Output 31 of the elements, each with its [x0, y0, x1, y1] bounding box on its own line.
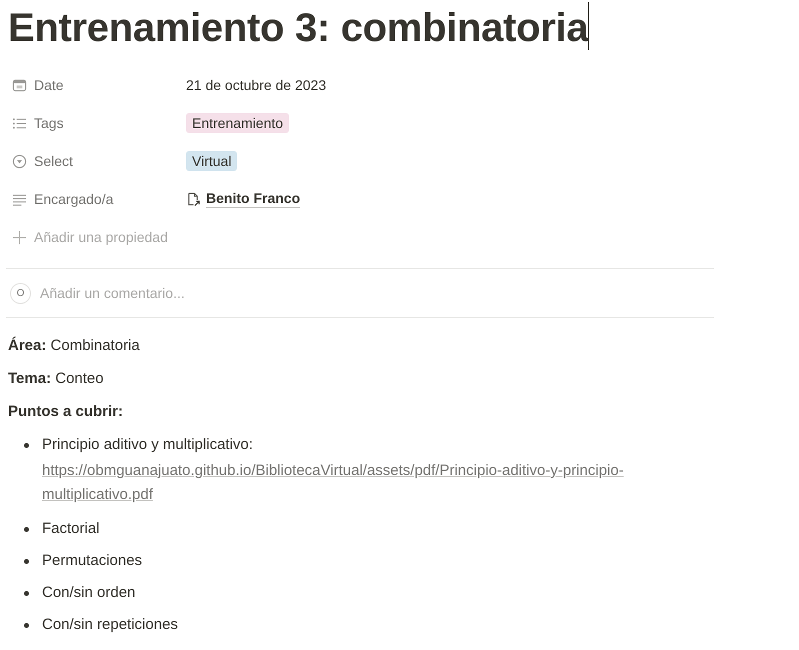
page-link[interactable]: Benito Franco: [206, 190, 300, 208]
tag[interactable]: Entrenamiento: [186, 113, 290, 133]
paragraph: Tema: Conteo: [8, 369, 105, 389]
list-item: Con/sin repeticiones: [42, 615, 178, 635]
list-item: Factorial: [42, 519, 100, 539]
page-title[interactable]: Entrenamiento 3: combinatoria: [8, 4, 588, 52]
bullet-icon: [24, 527, 29, 532]
page-link-icon: [186, 192, 201, 206]
text-cursor: [588, 2, 590, 50]
list-item: Permutaciones: [42, 551, 142, 571]
list-icon: [12, 116, 27, 130]
property-name[interactable]: Encargado/a: [34, 191, 114, 207]
list-item: Con/sin orden: [42, 583, 136, 603]
property-name[interactable]: Date: [34, 77, 64, 93]
paragraph: Puntos a cubrir:: [8, 402, 124, 422]
bullet-icon: [24, 623, 29, 628]
dropdown-icon: [12, 154, 27, 168]
bullet-icon: [24, 591, 29, 596]
add-property-button[interactable]: Añadir una propiedad: [34, 229, 168, 245]
link[interactable]: https://obmguanajuato.github.io/BibliotecaVirtual/assets/pdf/Principio-aditivo-y-principio-multiplicativo.pdf: [42, 459, 692, 507]
property-name[interactable]: Tags: [34, 115, 64, 131]
plus-icon: [12, 230, 27, 244]
tag[interactable]: Virtual: [186, 151, 238, 171]
comment-field[interactable]: Añadir un comentario...: [38, 284, 442, 302]
bullet-icon: [24, 559, 29, 564]
property-name[interactable]: Select: [34, 153, 73, 169]
paragraph: Área: Combinatoria: [8, 336, 141, 356]
property-value[interactable]: 21 de octubre de 2023: [186, 77, 326, 93]
list-item: Principio aditivo y multiplicativo:: [42, 435, 254, 455]
calendar-icon: [12, 78, 27, 92]
bullet-icon: [24, 443, 29, 448]
